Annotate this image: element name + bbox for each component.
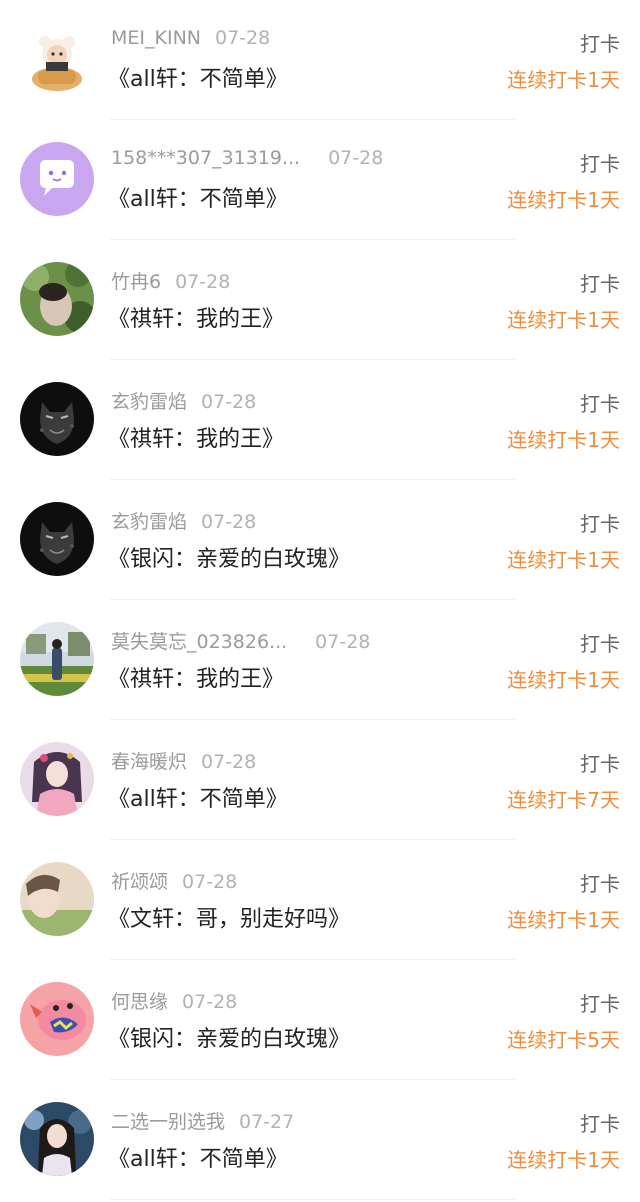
- checkin-row[interactable]: 祈颂颂 07-28 《文轩：哥，别走好吗》 打卡 连续打卡1天: [0, 840, 640, 960]
- anime-girl-avatar[interactable]: [20, 742, 94, 816]
- book-title[interactable]: 《all轩：不简单》: [108, 61, 288, 93]
- checkin-row[interactable]: 竹冉6 07-28 《祺轩：我的王》 打卡 连续打卡1天: [0, 240, 640, 360]
- checkin-row[interactable]: 158***307_31319... 07-28 《all轩：不简单》 打卡 连续…: [0, 120, 640, 240]
- streak-label: 连续打卡5天: [507, 1028, 620, 1052]
- meta-line: 春海暖炽 07-28: [111, 747, 256, 774]
- checkin-date: 07-28: [215, 27, 271, 49]
- checkin-date: 07-28: [328, 147, 384, 169]
- meta-line: 何思缘 07-28: [111, 987, 237, 1014]
- checkin-list: MEI_KINN 07-28 《all轩：不简单》 打卡 连续打卡1天 158**…: [0, 0, 640, 1202]
- username[interactable]: 春海暖炽: [111, 751, 187, 773]
- meta-line: 158***307_31319... 07-28: [111, 147, 383, 169]
- book-title[interactable]: 《银闪：亲爱的白玫瑰》: [108, 541, 350, 573]
- checkin-date: 07-28: [182, 991, 238, 1013]
- outdoor-portrait-avatar[interactable]: [20, 622, 94, 696]
- book-title[interactable]: 《all轩：不简单》: [108, 181, 288, 213]
- checkin-label: 打卡: [580, 32, 620, 56]
- streak-label: 连续打卡1天: [507, 428, 620, 452]
- username[interactable]: 二选一别选我: [111, 1111, 225, 1133]
- username[interactable]: 竹冉6: [111, 271, 161, 293]
- book-title[interactable]: 《祺轩：我的王》: [108, 421, 284, 453]
- username[interactable]: 玄豹雷焰: [111, 511, 187, 533]
- meta-line: MEI_KINN 07-28: [111, 27, 270, 49]
- checkin-label: 打卡: [580, 1112, 620, 1136]
- checkin-row[interactable]: MEI_KINN 07-28 《all轩：不简单》 打卡 连续打卡1天: [0, 0, 640, 120]
- checkin-date: 07-28: [315, 631, 371, 653]
- meta-line: 玄豹雷焰 07-28: [111, 387, 256, 414]
- checkin-label: 打卡: [580, 752, 620, 776]
- streak-label: 连续打卡1天: [507, 308, 620, 332]
- username[interactable]: 莫失莫忘_023826...: [111, 631, 287, 653]
- username[interactable]: 何思缘: [111, 991, 168, 1013]
- streak-label: 连续打卡1天: [507, 1148, 620, 1172]
- book-title[interactable]: 《银闪：亲爱的白玫瑰》: [108, 1021, 350, 1053]
- green-leaves-photo-avatar[interactable]: [20, 262, 94, 336]
- checkin-row[interactable]: 二选一别选我 07-27 《all轩：不简单》 打卡 连续打卡1天: [0, 1080, 640, 1200]
- meta-line: 竹冉6 07-28: [111, 267, 230, 294]
- username[interactable]: 玄豹雷焰: [111, 391, 187, 413]
- checkin-label: 打卡: [580, 152, 620, 176]
- checkin-date: 07-28: [201, 391, 257, 413]
- book-title[interactable]: 《祺轩：我的王》: [108, 301, 284, 333]
- soft-portrait-avatar[interactable]: [20, 862, 94, 936]
- checkin-date: 07-28: [201, 511, 257, 533]
- checkin-date: 07-27: [239, 1111, 295, 1133]
- username[interactable]: 祈颂颂: [111, 871, 168, 893]
- bear-mascot-avatar[interactable]: [20, 22, 94, 96]
- girl-photo-avatar[interactable]: [20, 1102, 94, 1176]
- checkin-date: 07-28: [201, 751, 257, 773]
- checkin-row[interactable]: 玄豹雷焰 07-28 《银闪：亲爱的白玫瑰》 打卡 连续打卡1天: [0, 480, 640, 600]
- streak-label: 连续打卡1天: [507, 68, 620, 92]
- checkin-label: 打卡: [580, 272, 620, 296]
- meta-line: 莫失莫忘_023826... 07-28: [111, 627, 370, 654]
- checkin-row[interactable]: 何思缘 07-28 《银闪：亲爱的白玫瑰》 打卡 连续打卡5天: [0, 960, 640, 1080]
- meta-line: 玄豹雷焰 07-28: [111, 507, 256, 534]
- checkin-row[interactable]: 春海暖炽 07-28 《all轩：不简单》 打卡 连续打卡7天: [0, 720, 640, 840]
- streak-label: 连续打卡1天: [507, 548, 620, 572]
- book-title[interactable]: 《all轩：不简单》: [108, 1141, 288, 1173]
- checkin-label: 打卡: [580, 632, 620, 656]
- checkin-row[interactable]: 莫失莫忘_023826... 07-28 《祺轩：我的王》 打卡 连续打卡1天: [0, 600, 640, 720]
- streak-label: 连续打卡1天: [507, 908, 620, 932]
- streak-label: 连续打卡1天: [507, 188, 620, 212]
- checkin-label: 打卡: [580, 872, 620, 896]
- book-title[interactable]: 《文轩：哥，别走好吗》: [108, 901, 350, 933]
- streak-label: 连续打卡7天: [507, 788, 620, 812]
- username[interactable]: 158***307_31319...: [111, 147, 300, 169]
- meta-line: 祈颂颂 07-28: [111, 867, 237, 894]
- black-panther-avatar[interactable]: [20, 502, 94, 576]
- black-panther-avatar[interactable]: [20, 382, 94, 456]
- checkin-row[interactable]: 玄豹雷焰 07-28 《祺轩：我的王》 打卡 连续打卡1天: [0, 360, 640, 480]
- checkin-date: 07-28: [182, 871, 238, 893]
- streak-label: 连续打卡1天: [507, 668, 620, 692]
- username[interactable]: MEI_KINN: [111, 27, 201, 49]
- purple-chat-bubble-avatar[interactable]: [20, 142, 94, 216]
- checkin-label: 打卡: [580, 512, 620, 536]
- pink-cartoon-monster-avatar[interactable]: [20, 982, 94, 1056]
- checkin-date: 07-28: [175, 271, 231, 293]
- checkin-label: 打卡: [580, 992, 620, 1016]
- meta-line: 二选一别选我 07-27: [111, 1107, 294, 1134]
- book-title[interactable]: 《all轩：不简单》: [108, 781, 288, 813]
- book-title[interactable]: 《祺轩：我的王》: [108, 661, 284, 693]
- checkin-label: 打卡: [580, 392, 620, 416]
